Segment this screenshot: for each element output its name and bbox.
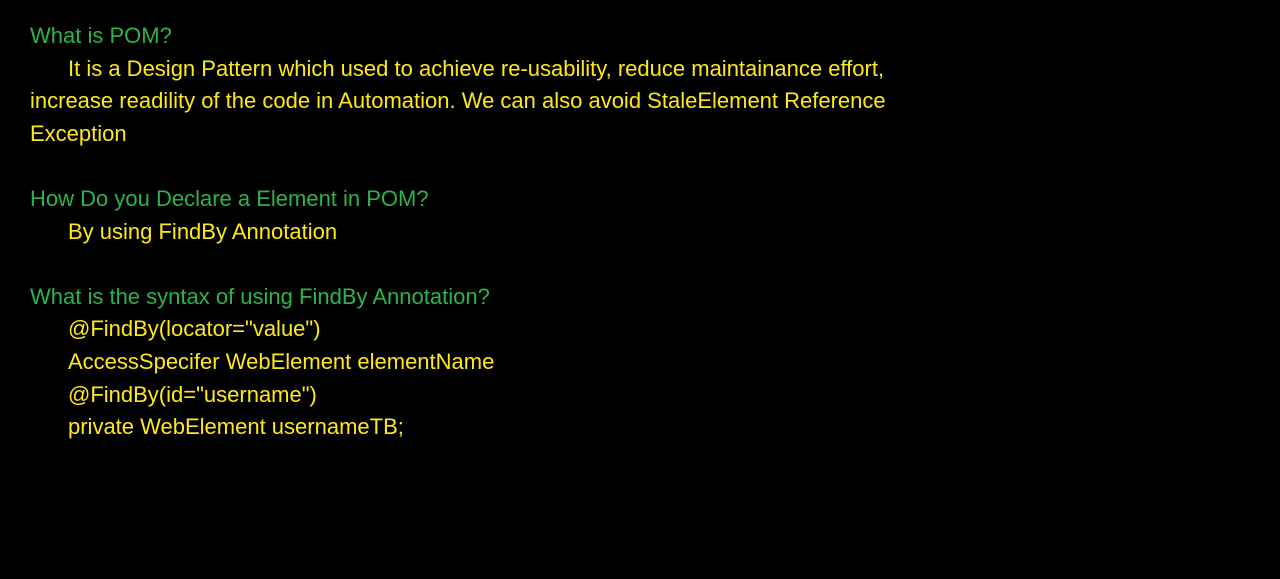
code-block: @FindBy(locator="value") AccessSpecifer … — [30, 313, 1280, 443]
answer-declare-element: By using FindBy Annotation — [68, 218, 338, 244]
qa-section-declare-element: How Do you Declare a Element in POM? By … — [30, 183, 1280, 248]
code-line: private WebElement usernameTB; — [68, 414, 404, 440]
document-page: What is POM? It is a Design Pattern whic… — [0, 0, 1280, 579]
code-line: @FindBy(id="username") — [68, 381, 317, 407]
question-findby-syntax: What is the syntax of using FindBy Annot… — [30, 283, 490, 309]
qa-section-pom: What is POM? It is a Design Pattern whic… — [30, 20, 1280, 150]
qa-section-findby-syntax: What is the syntax of using FindBy Annot… — [30, 281, 1280, 444]
answer-what-is-pom: It is a Design Pattern which used to ach… — [30, 55, 886, 146]
question-what-is-pom: What is POM? — [30, 23, 172, 48]
code-line: @FindBy(locator="value") — [68, 316, 321, 342]
question-declare-element: How Do you Declare a Element in POM? — [30, 185, 429, 211]
code-line: AccessSpecifer WebElement elementName — [68, 348, 495, 374]
